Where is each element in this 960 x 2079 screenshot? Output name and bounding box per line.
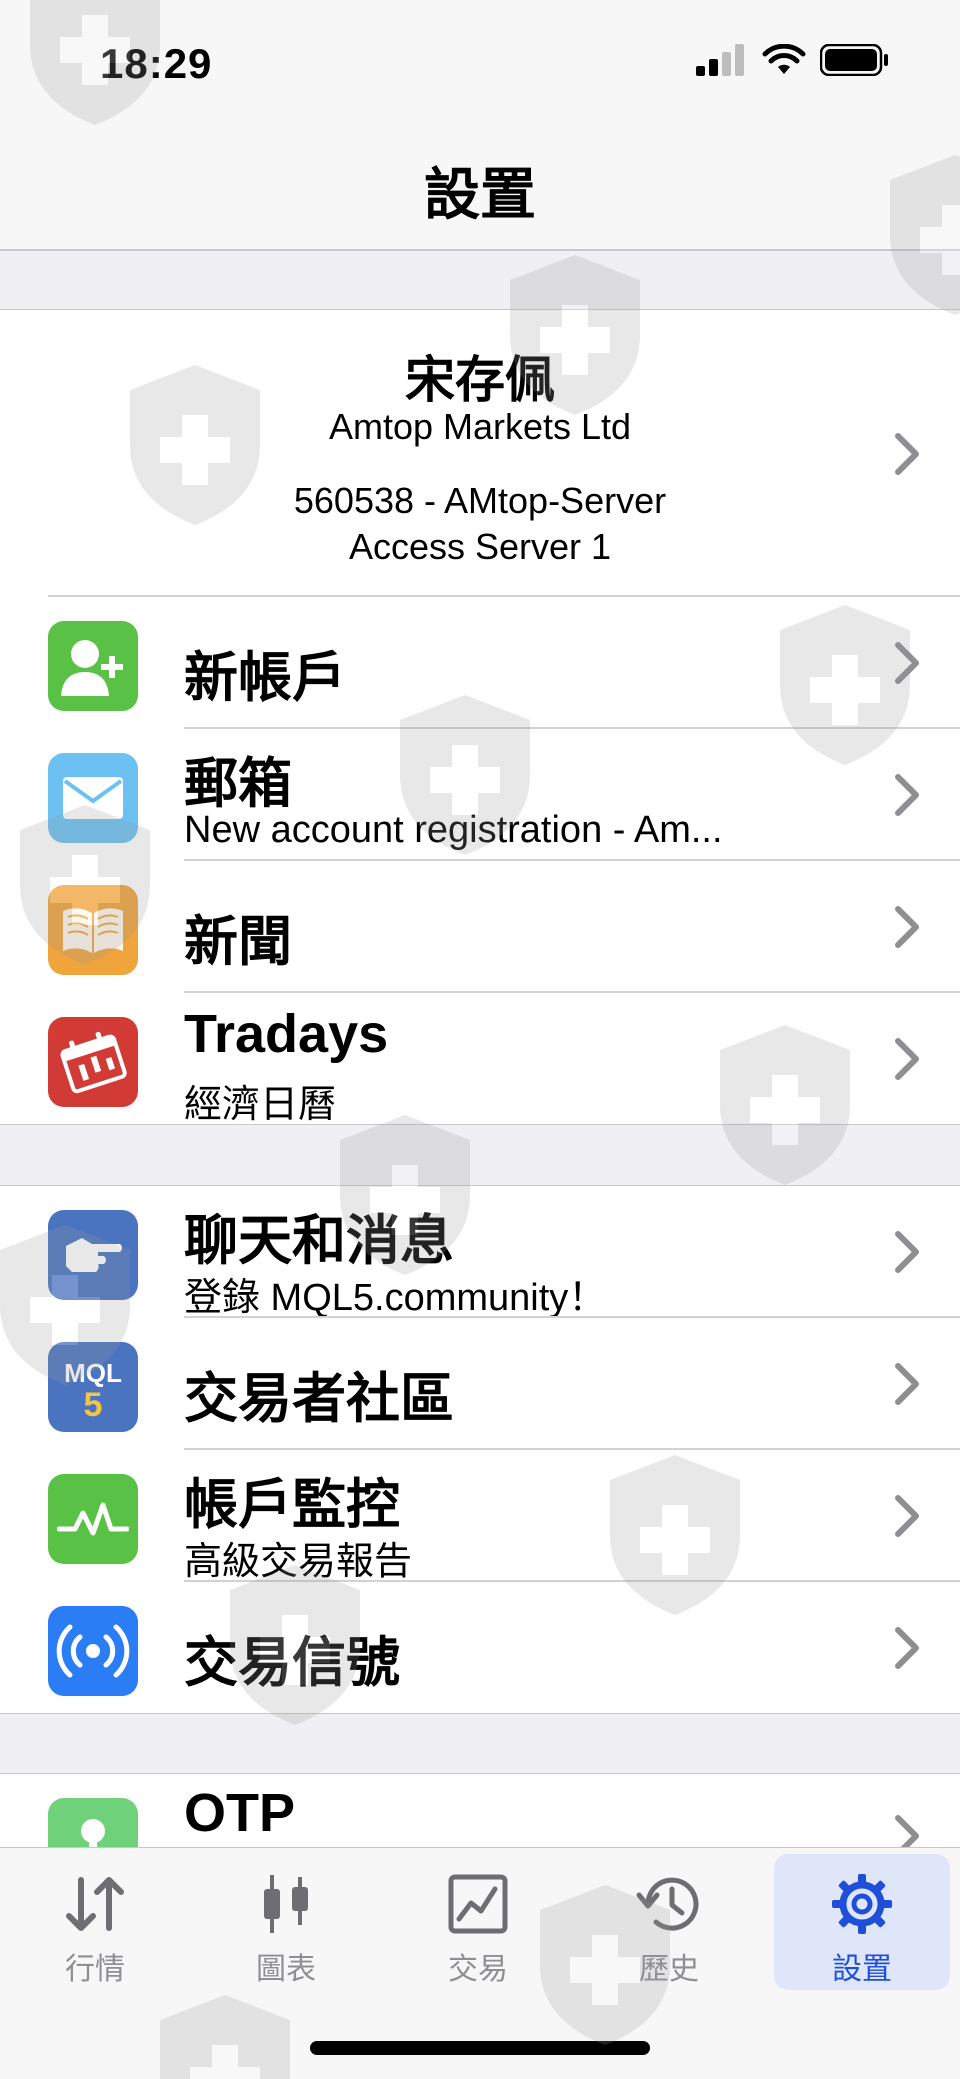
broadcast-icon [48,1606,138,1696]
menu-item-title: OTP [184,1783,296,1843]
menu-item-title: 交易者社區 [184,1369,454,1429]
tab-label: 圖表 [256,1953,316,1986]
status-time: 18:29 [100,40,213,87]
history-icon [636,1872,702,1936]
calendar-icon [48,1017,138,1107]
mail-icon [48,753,138,843]
tab-settings[interactable]: 設置 [774,1854,950,1990]
menu-item-chat[interactable]: 聊天和消息 登錄 MQL5.community！ [0,1186,960,1319]
account-summary[interactable]: 宋存佩 Amtop Markets Ltd 560538 - AMtop-Ser… [0,310,960,596]
chevron-right-icon [895,906,919,948]
status-icons [696,44,890,76]
menu-item-subtitle: New account registration - Am... [184,809,723,851]
tab-label: 行情 [65,1953,125,1986]
quotes-icon [63,1872,127,1936]
trade-icon [447,1872,509,1936]
status-bar: 18:29 [0,0,960,120]
menu-item-title: 新聞 [184,912,292,972]
chevron-right-icon [895,1815,919,1848]
tab-quotes[interactable]: 行情 [7,1854,183,1990]
menu-item-otp[interactable]: OTP [0,1774,960,1848]
tab-trade[interactable]: 交易 [390,1854,566,1990]
tab-label: 設置 [832,1953,892,1986]
chart-icon [258,1872,314,1936]
tab-charts[interactable]: 圖表 [198,1854,374,1990]
tab-bar: 行情 圖表 交易 歷史 設置 [0,1847,960,2079]
cellular-signal-icon [696,44,744,76]
chevron-right-icon [895,1231,919,1273]
menu-item-tradays[interactable]: Tradays 經濟日曆 [0,993,960,1126]
mql5-icon: MQL 5 [48,1342,138,1432]
wifi-icon [762,44,806,74]
menu-item-title: 新帳戶 [184,648,346,708]
otp-lock-icon [48,1798,138,1848]
account-company: Amtop Markets Ltd [328,406,632,447]
menu-item-signals[interactable]: 交易信號 [0,1582,960,1714]
section-gap [0,1124,960,1186]
settings-icon [830,1872,894,1936]
account-name: 宋存佩 [405,352,555,408]
pulse-chart-icon [48,1474,138,1564]
section-gap [0,1713,960,1774]
account-login: 560538 - AMtop-Server [293,480,667,521]
chevron-right-icon [895,1363,919,1405]
account-server: Access Server 1 [348,526,612,567]
chevron-right-icon [895,433,919,475]
menu-item-subtitle: 經濟日曆 [184,1084,337,1126]
menu-item-subtitle: 登錄 MQL5.community！ [184,1277,607,1319]
chevron-right-icon [895,1495,919,1537]
section-gap [0,250,960,310]
menu-item-title: 聊天和消息 [184,1211,454,1271]
svg-text:MQL: MQL [64,1358,122,1388]
chevron-right-icon [895,1627,919,1669]
chevron-right-icon [895,774,919,816]
menu-item-subtitle: 高級交易報告 [184,1541,413,1583]
tab-history[interactable]: 歷史 [581,1854,757,1990]
menu-item-monitoring[interactable]: 帳戶監控 高級交易報告 [0,1450,960,1583]
menu-item-new-account[interactable]: 新帳戶 [0,597,960,729]
chevron-right-icon [895,1038,919,1080]
menu-item-news[interactable]: 新聞 [0,861,960,993]
tab-label: 交易 [448,1953,508,1986]
menu-item-title: Tradays [184,1004,389,1064]
svg-text:5: 5 [84,1386,103,1422]
menu-item-community[interactable]: MQL 5 交易者社區 [0,1318,960,1450]
menu-item-title: 帳戶監控 [184,1475,400,1535]
page-title: 設置 [424,163,536,226]
battery-icon [820,44,888,76]
pointing-hand-icon [48,1210,138,1300]
menu-item-title: 郵箱 [184,754,292,814]
book-icon [48,885,138,975]
add-user-icon [48,621,138,711]
tab-label: 歷史 [639,1953,699,1986]
menu-item-mailbox[interactable]: 郵箱 New account registration - Am... [0,729,960,861]
nav-bar: 設置 [0,120,960,250]
home-indicator [310,2041,650,2055]
menu-item-title: 交易信號 [184,1633,400,1693]
chevron-right-icon [895,642,919,684]
